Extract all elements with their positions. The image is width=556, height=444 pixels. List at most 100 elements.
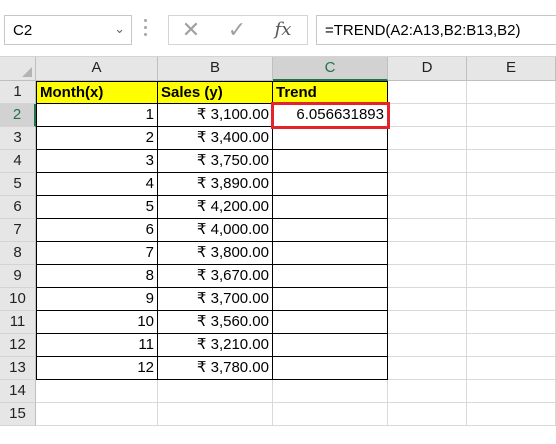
sales-cell[interactable]: ₹ 3,800.00 (158, 242, 273, 265)
table-header-b[interactable]: Sales (y) (158, 81, 273, 104)
name-box[interactable]: C2 ⌄ (4, 15, 132, 45)
cell[interactable] (467, 150, 556, 173)
trend-cell[interactable] (273, 219, 388, 242)
cell[interactable] (388, 104, 467, 127)
cell[interactable] (388, 265, 467, 288)
month-cell[interactable]: 3 (36, 150, 158, 173)
sales-cell[interactable]: ₹ 3,890.00 (158, 173, 273, 196)
month-cell[interactable]: 5 (36, 196, 158, 219)
column-header-a[interactable]: A (36, 57, 158, 81)
row-header-7[interactable]: 7 (0, 219, 36, 242)
cell[interactable] (467, 311, 556, 334)
trend-cell[interactable] (273, 127, 388, 150)
row-header-15[interactable]: 15 (0, 403, 36, 426)
cell[interactable] (158, 403, 273, 426)
column-header-b[interactable]: B (158, 57, 273, 81)
cell[interactable] (388, 242, 467, 265)
column-header-d[interactable]: D (388, 57, 467, 81)
trend-cell[interactable] (273, 196, 388, 219)
trend-cell[interactable] (273, 150, 388, 173)
cell[interactable] (467, 265, 556, 288)
row-header-14[interactable]: 14 (0, 380, 36, 403)
trend-cell[interactable] (273, 173, 388, 196)
month-cell[interactable]: 4 (36, 173, 158, 196)
trend-cell[interactable] (273, 265, 388, 288)
cell[interactable] (388, 311, 467, 334)
select-all-corner[interactable] (0, 57, 36, 81)
sales-cell[interactable]: ₹ 3,210.00 (158, 334, 273, 357)
month-cell[interactable]: 6 (36, 219, 158, 242)
cell[interactable] (467, 81, 556, 104)
row-header-13[interactable]: 13 (0, 357, 36, 380)
cell[interactable] (388, 380, 467, 403)
sales-cell[interactable]: ₹ 3,100.00 (158, 104, 273, 127)
month-cell[interactable]: 9 (36, 288, 158, 311)
sales-cell[interactable]: ₹ 3,780.00 (158, 357, 273, 380)
cell[interactable] (158, 380, 273, 403)
column-header-c[interactable]: C (273, 57, 388, 81)
insert-function-icon[interactable]: fx (263, 16, 303, 44)
cell[interactable] (36, 403, 158, 426)
cell[interactable] (467, 403, 556, 426)
trend-cell[interactable] (273, 357, 388, 380)
cell[interactable] (388, 196, 467, 219)
row-header-6[interactable]: 6 (0, 196, 36, 219)
cell[interactable] (36, 380, 158, 403)
month-cell[interactable]: 1 (36, 104, 158, 127)
row-header-9[interactable]: 9 (0, 265, 36, 288)
row-header-4[interactable]: 4 (0, 150, 36, 173)
column-header-e[interactable]: E (467, 57, 556, 81)
cell[interactable] (467, 173, 556, 196)
table-header-a[interactable]: Month(x) (36, 81, 158, 104)
cell[interactable] (388, 288, 467, 311)
cell[interactable] (467, 242, 556, 265)
cell[interactable] (273, 380, 388, 403)
row-header-1[interactable]: 1 (0, 81, 36, 104)
drag-handle-icon[interactable] (143, 19, 149, 41)
row-header-2[interactable]: 2 (0, 104, 36, 127)
month-cell[interactable]: 7 (36, 242, 158, 265)
cell[interactable] (388, 81, 467, 104)
cell[interactable] (388, 150, 467, 173)
cell[interactable] (388, 334, 467, 357)
cell[interactable] (467, 196, 556, 219)
row-header-3[interactable]: 3 (0, 127, 36, 150)
cell[interactable] (388, 219, 467, 242)
row-header-5[interactable]: 5 (0, 173, 36, 196)
trend-cell[interactable] (273, 288, 388, 311)
table-header-c[interactable]: Trend (273, 81, 388, 104)
row-header-11[interactable]: 11 (0, 311, 36, 334)
trend-cell[interactable] (273, 334, 388, 357)
cell[interactable] (467, 127, 556, 150)
row-header-8[interactable]: 8 (0, 242, 36, 265)
month-cell[interactable]: 2 (36, 127, 158, 150)
formula-input[interactable]: =TREND(A2:A13,B2:B13,B2) (316, 15, 556, 45)
chevron-down-icon[interactable]: ⌄ (114, 21, 125, 37)
trend-cell[interactable] (273, 311, 388, 334)
month-cell[interactable]: 10 (36, 311, 158, 334)
cell[interactable] (388, 127, 467, 150)
month-cell[interactable]: 12 (36, 357, 158, 380)
cell[interactable] (467, 334, 556, 357)
sales-cell[interactable]: ₹ 4,200.00 (158, 196, 273, 219)
cell[interactable] (467, 219, 556, 242)
cancel-icon[interactable]: ✕ (171, 16, 211, 44)
sales-cell[interactable]: ₹ 3,560.00 (158, 311, 273, 334)
cell[interactable] (388, 173, 467, 196)
cell[interactable] (467, 380, 556, 403)
row-header-12[interactable]: 12 (0, 334, 36, 357)
sales-cell[interactable]: ₹ 3,700.00 (158, 288, 273, 311)
sales-cell[interactable]: ₹ 4,000.00 (158, 219, 273, 242)
cell[interactable] (273, 403, 388, 426)
sales-cell[interactable]: ₹ 3,670.00 (158, 265, 273, 288)
row-header-10[interactable]: 10 (0, 288, 36, 311)
cell[interactable] (467, 104, 556, 127)
cell[interactable] (388, 403, 467, 426)
month-cell[interactable]: 8 (36, 265, 158, 288)
trend-cell[interactable] (273, 242, 388, 265)
enter-icon[interactable]: ✓ (217, 16, 257, 44)
sales-cell[interactable]: ₹ 3,400.00 (158, 127, 273, 150)
sales-cell[interactable]: ₹ 3,750.00 (158, 150, 273, 173)
cell[interactable] (388, 357, 467, 380)
cell[interactable] (467, 357, 556, 380)
